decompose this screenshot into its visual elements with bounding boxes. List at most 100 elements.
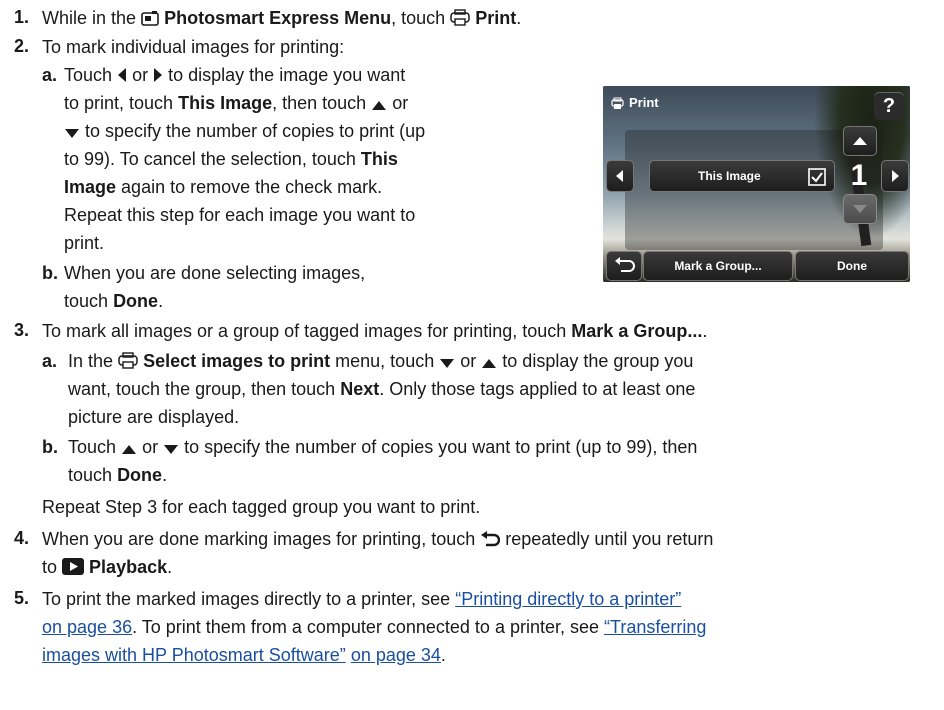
left-arrow-icon bbox=[616, 170, 623, 182]
step-3b-line1: Touch or to specify the number of copies… bbox=[68, 436, 697, 460]
step-3b-line1-a: Touch bbox=[68, 437, 117, 457]
previous-image-button[interactable] bbox=[606, 160, 634, 192]
photosmart-express-menu-label: Photosmart Express Menu bbox=[164, 8, 392, 28]
step-2a-line4: to 99). To cancel the selection, touch T… bbox=[64, 148, 398, 170]
step-3a-line1-a: In the bbox=[68, 351, 114, 371]
step-1-text: While in the Photosmart Express Menu, to… bbox=[42, 7, 521, 31]
step-3a-line2: want, touch the group, then touch Next. … bbox=[68, 378, 695, 400]
playback-label: Playback bbox=[89, 557, 168, 577]
transferring-images-link[interactable]: “Transferring bbox=[604, 617, 706, 637]
down-arrow-icon bbox=[163, 438, 179, 460]
step-4-line2-b: . bbox=[167, 557, 173, 577]
step-2a-line1-b: or bbox=[132, 65, 149, 85]
step-5-number: 5. bbox=[14, 588, 30, 608]
done-label: Done bbox=[113, 291, 159, 311]
page-36-link[interactable]: on page 36 bbox=[42, 617, 132, 637]
step-5-line2-b: . To print them from a computer connecte… bbox=[132, 617, 600, 637]
printing-directly-link[interactable]: “Printing directly to a printer” bbox=[455, 589, 681, 609]
step-2a-line1-c: to display the image you want bbox=[168, 65, 406, 85]
step-3a-line1-d: to display the group you bbox=[502, 351, 694, 371]
mark-a-group-label: Mark a Group... bbox=[571, 321, 703, 341]
next-label: Next bbox=[340, 379, 380, 399]
step-3a-letter: a. bbox=[42, 351, 58, 371]
screen-print-icon bbox=[611, 94, 624, 109]
step-5-line1-a: To print the marked images directly to a… bbox=[42, 589, 451, 609]
print-icon bbox=[118, 352, 138, 374]
step-2a-line5-text: again to remove the check mark. bbox=[121, 177, 383, 197]
step-3b-line2-a: touch bbox=[68, 465, 113, 485]
step-3-intro-b: . bbox=[702, 321, 708, 341]
copies-up-button[interactable] bbox=[843, 126, 877, 156]
down-arrow-icon bbox=[64, 122, 80, 144]
step-3-number: 3. bbox=[14, 320, 30, 340]
step-2b-line2-b: . bbox=[158, 291, 164, 311]
done-button[interactable]: Done bbox=[795, 251, 909, 281]
step-2a-line2-b: , then touch bbox=[272, 93, 367, 113]
step-3b-line2-b: . bbox=[162, 465, 168, 485]
step-3a-line3: picture are displayed. bbox=[68, 407, 240, 427]
next-image-button[interactable] bbox=[881, 160, 909, 192]
step-4-line1-a: When you are done marking images for pri… bbox=[42, 529, 476, 549]
step-2a-line4-text: to 99). To cancel the selection, touch bbox=[64, 149, 356, 169]
step-3a-line2-b: . Only those tags applied to at least on… bbox=[379, 379, 696, 399]
step-3a-line1: In the Select images to print menu, touc… bbox=[68, 350, 693, 374]
this-image-button[interactable]: This Image bbox=[649, 160, 835, 192]
step-5-line3: images with HP Photosmart Software” on p… bbox=[42, 644, 446, 666]
down-arrow-icon bbox=[439, 352, 455, 374]
step-2a-line2: to print, touch This Image, then touch o… bbox=[64, 92, 408, 116]
step-5-line2: on page 36. To print them from a compute… bbox=[42, 616, 706, 638]
step-4-line2-a: to bbox=[42, 557, 58, 577]
right-arrow-icon bbox=[153, 66, 163, 88]
back-button[interactable] bbox=[606, 251, 642, 281]
step-2a-line3: to specify the number of copies to print… bbox=[64, 120, 425, 144]
step-3a-line1-b: menu, touch bbox=[335, 351, 435, 371]
print-icon bbox=[450, 9, 470, 31]
page-34-link[interactable]: on page 34 bbox=[351, 645, 441, 665]
left-arrow-icon bbox=[117, 66, 127, 88]
step-4-line1: When you are done marking images for pri… bbox=[42, 528, 713, 552]
mark-a-group-button[interactable]: Mark a Group... bbox=[643, 251, 793, 281]
step-2b-line1: When you are done selecting images, bbox=[64, 263, 366, 283]
this-image-label: This Image bbox=[178, 93, 273, 113]
up-arrow-icon bbox=[853, 137, 867, 145]
step-1-text-b: , touch bbox=[391, 8, 446, 28]
step-2a-letter: a. bbox=[42, 65, 58, 85]
step-2b-letter: b. bbox=[42, 263, 59, 283]
down-arrow-icon bbox=[853, 205, 867, 213]
up-arrow-icon bbox=[371, 94, 387, 116]
step-2b-line2-a: touch bbox=[64, 291, 109, 311]
done-label: Done bbox=[117, 465, 163, 485]
step-3a-line1-c: or bbox=[460, 351, 477, 371]
step-5-line1: To print the marked images directly to a… bbox=[42, 588, 681, 610]
step-4-line2: to Playback. bbox=[42, 556, 172, 580]
step-2a-line1: Touch or to display the image you want bbox=[64, 64, 405, 88]
help-button[interactable]: ? bbox=[874, 92, 904, 120]
copies-down-button[interactable] bbox=[843, 194, 877, 224]
step-4-number: 4. bbox=[14, 528, 30, 548]
step-2b-line2: touch Done. bbox=[64, 290, 163, 312]
checkbox-icon bbox=[808, 167, 826, 197]
copies-count: 1 bbox=[850, 159, 868, 192]
step-2a-line2-a: to print, touch bbox=[64, 93, 174, 113]
step-3-repeat: Repeat Step 3 for each tagged group you … bbox=[42, 497, 481, 517]
transferring-images-link-cont[interactable]: images with HP Photosmart Software” bbox=[42, 645, 346, 665]
back-icon bbox=[480, 530, 501, 552]
step-2a-line4-bold: This bbox=[360, 149, 398, 169]
screen-title: Print bbox=[629, 95, 659, 110]
this-image-button-label: This Image bbox=[698, 169, 761, 183]
print-label: Print bbox=[475, 8, 517, 28]
step-2a-line5: Image again to remove the check mark. bbox=[64, 176, 382, 198]
step-2a-line6: Repeat this step for each image you want… bbox=[64, 205, 416, 225]
step-5-line3-b: . bbox=[440, 645, 446, 665]
step-3a-line2-a: want, touch the group, then touch bbox=[68, 379, 336, 399]
camera-print-screen: Print ? This Image 1 Mark a Group... Don… bbox=[603, 86, 910, 282]
select-images-to-print-label: Select images to print bbox=[143, 351, 331, 371]
step-2a-line7: print. bbox=[64, 233, 105, 253]
playback-icon bbox=[62, 558, 85, 580]
step-3-intro-a: To mark all images or a group of tagged … bbox=[42, 321, 567, 341]
photosmart-express-icon bbox=[141, 9, 159, 31]
step-3b-letter: b. bbox=[42, 437, 59, 457]
step-2a-line5-bold: Image bbox=[64, 177, 117, 197]
step-3b-line1-c: to specify the number of copies you want… bbox=[184, 437, 698, 457]
step-3-intro: To mark all images or a group of tagged … bbox=[42, 320, 707, 342]
